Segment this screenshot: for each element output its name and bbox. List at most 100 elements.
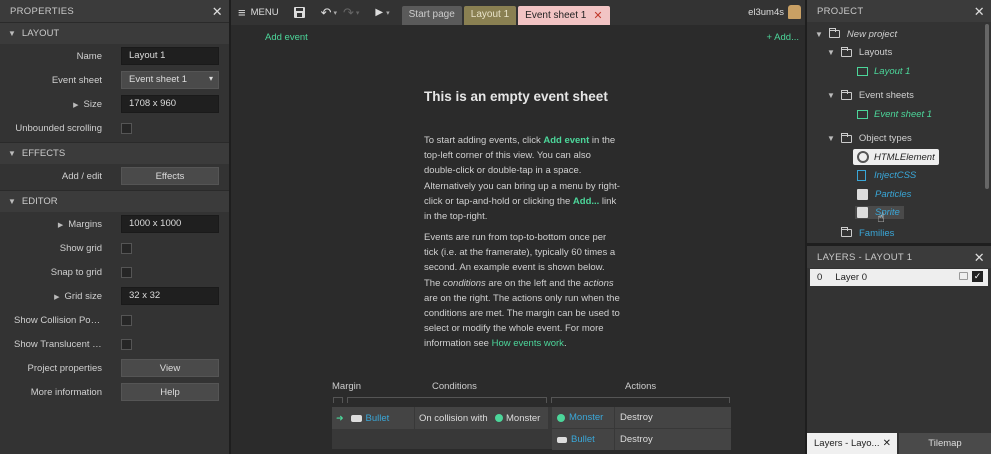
layer-row[interactable]: 0 Layer 0 ✓: [810, 269, 988, 286]
action-object[interactable]: Bullet: [571, 434, 595, 445]
tab-event-sheet-1[interactable]: Event sheet 1 ✕: [518, 6, 610, 25]
action-text: Destroy: [620, 434, 653, 445]
unbounded-checkbox[interactable]: [121, 122, 132, 134]
tab-start-page[interactable]: Start page: [401, 6, 462, 25]
layers-header: LAYERS - LAYOUT 1 ✕: [807, 246, 991, 268]
tree-folder-objects[interactable]: ▼ Object types: [807, 130, 991, 149]
close-icon[interactable]: ✕: [593, 9, 602, 22]
section-editor[interactable]: ▼ EDITOR: [0, 190, 229, 212]
event-sheet-select[interactable]: Event sheet 1: [121, 71, 219, 89]
section-layout[interactable]: ▼ LAYOUT: [0, 22, 229, 44]
tree-folder-families[interactable]: Families: [807, 224, 991, 243]
tree-folder-events[interactable]: ▼ Event sheets: [807, 87, 991, 106]
sprite-icon: [857, 207, 868, 219]
help-button[interactable]: Help: [121, 383, 219, 401]
close-icon[interactable]: ✕: [212, 5, 223, 18]
tree-item-event-sheet[interactable]: Event sheet 1: [807, 105, 991, 124]
margin-header: Margin: [332, 381, 362, 392]
event-sheet-icon: [857, 109, 868, 119]
action-row[interactable]: Bullet Destroy: [552, 429, 731, 450]
tree-item-layout[interactable]: Layout 1: [807, 62, 991, 81]
expand-icon[interactable]: ▶: [54, 294, 59, 301]
layout-icon: [857, 66, 868, 76]
close-icon[interactable]: ✕: [883, 438, 891, 449]
layer-name: Layer 0: [835, 272, 867, 283]
margins-field[interactable]: 1000 x 1000: [121, 215, 219, 233]
tree-folder-layouts[interactable]: ▼ Layouts: [807, 44, 991, 63]
chevron-down-icon[interactable]: ▾: [386, 9, 390, 17]
tab-layers[interactable]: Layers - Layo... ✕: [807, 433, 897, 454]
redo-icon[interactable]: ↷: [343, 5, 354, 21]
add-event-inline-link[interactable]: Add event: [543, 135, 589, 146]
play-icon[interactable]: ▶: [375, 7, 383, 18]
folder-icon: [840, 89, 852, 100]
tree-item-object[interactable]: Particles: [807, 185, 991, 204]
prop-row-name: Name Layout 1: [0, 44, 229, 68]
collapse-icon[interactable]: ▼: [827, 134, 835, 143]
snap-checkbox[interactable]: [121, 266, 132, 278]
condition-block[interactable]: ➜ Bullet On collision with Monster: [332, 407, 548, 429]
user-name[interactable]: el3um4s: [748, 7, 784, 18]
help-text: To start adding events, click: [424, 135, 544, 146]
collapse-icon[interactable]: ▼: [827, 91, 835, 100]
tab-label: Tilemap: [928, 438, 962, 449]
translucent-checkbox[interactable]: [121, 338, 132, 350]
add-event-link[interactable]: Add event: [265, 32, 308, 43]
collision-checkbox[interactable]: [121, 314, 132, 326]
unlock-icon[interactable]: [959, 272, 968, 280]
tab-layout-1[interactable]: Layout 1: [463, 6, 517, 25]
menu-button[interactable]: ≡ MENU: [238, 5, 279, 20]
tree-root[interactable]: ▼ New project: [807, 25, 991, 44]
how-events-work-link[interactable]: How events work: [492, 338, 564, 349]
tree-label: Event sheets: [858, 90, 914, 102]
undo-icon[interactable]: ↶: [321, 5, 332, 21]
chevron-down-icon[interactable]: ▾: [356, 9, 360, 17]
project-header: PROJECT ✕: [807, 0, 991, 22]
bullet-icon: [557, 436, 567, 443]
collapse-icon: ▼: [8, 197, 16, 206]
event-sheet-editor[interactable]: Add event + Add... This is an empty even…: [231, 25, 805, 454]
avatar[interactable]: [788, 5, 801, 19]
help-text-italic: conditions: [443, 277, 486, 289]
folder-icon: [828, 28, 840, 39]
collapse-icon[interactable]: ▼: [827, 48, 835, 57]
particles-icon: [857, 188, 868, 200]
prop-row-margins: ▶ Margins 1000 x 1000: [0, 212, 229, 236]
example-event[interactable]: ➜ Bullet On collision with Monster Monst…: [331, 406, 732, 450]
tree-item-object[interactable]: HTMLElement: [807, 148, 991, 167]
view-button[interactable]: View: [121, 359, 219, 377]
bottom-tabs: Layers - Layo... ✕ Tilemap: [807, 433, 991, 454]
action-row[interactable]: Monster Destroy: [552, 407, 731, 428]
add-link[interactable]: + Add...: [767, 32, 800, 43]
save-icon[interactable]: [293, 7, 305, 18]
name-field[interactable]: Layout 1: [121, 47, 219, 65]
hamburger-icon: ≡: [238, 5, 246, 20]
expand-icon[interactable]: ▶: [58, 222, 63, 229]
menu-label: MENU: [250, 7, 279, 18]
close-icon[interactable]: ✕: [974, 5, 985, 18]
tree-item-object[interactable]: InjectCSS: [807, 167, 991, 186]
section-effects-label: EFFECTS: [21, 148, 66, 159]
visible-checkbox[interactable]: ✓: [972, 271, 983, 282]
add-inline-link[interactable]: Add...: [573, 196, 599, 207]
collapse-icon[interactable]: ▼: [815, 30, 823, 39]
close-icon[interactable]: ✕: [974, 251, 985, 264]
tab-tilemap[interactable]: Tilemap: [899, 433, 991, 454]
layer-index: 0: [817, 272, 823, 283]
tab-label: Event sheet 1: [525, 10, 587, 21]
effects-button[interactable]: Effects: [121, 167, 219, 185]
layers-panel: LAYERS - LAYOUT 1 ✕ 0 Layer 0 ✓ Layers -…: [807, 246, 991, 454]
expand-icon[interactable]: ▶: [73, 102, 78, 109]
actions-header: Actions: [625, 381, 657, 392]
size-field[interactable]: 1708 x 960: [121, 95, 219, 113]
prop-label: Unbounded scrolling: [15, 122, 102, 134]
show-grid-checkbox[interactable]: [121, 242, 132, 254]
prop-label: Show Translucent In...: [14, 338, 108, 350]
condition-object[interactable]: Bullet: [366, 413, 390, 424]
tree-item-object[interactable]: Sprite ☝: [807, 204, 991, 225]
grid-size-field[interactable]: 32 x 32: [121, 287, 219, 305]
action-object[interactable]: Monster: [569, 412, 603, 423]
section-effects[interactable]: ▼ EFFECTS: [0, 142, 229, 164]
prop-row-grid-size: ▶ Grid size 32 x 32: [0, 284, 229, 308]
chevron-down-icon[interactable]: ▾: [333, 9, 337, 17]
